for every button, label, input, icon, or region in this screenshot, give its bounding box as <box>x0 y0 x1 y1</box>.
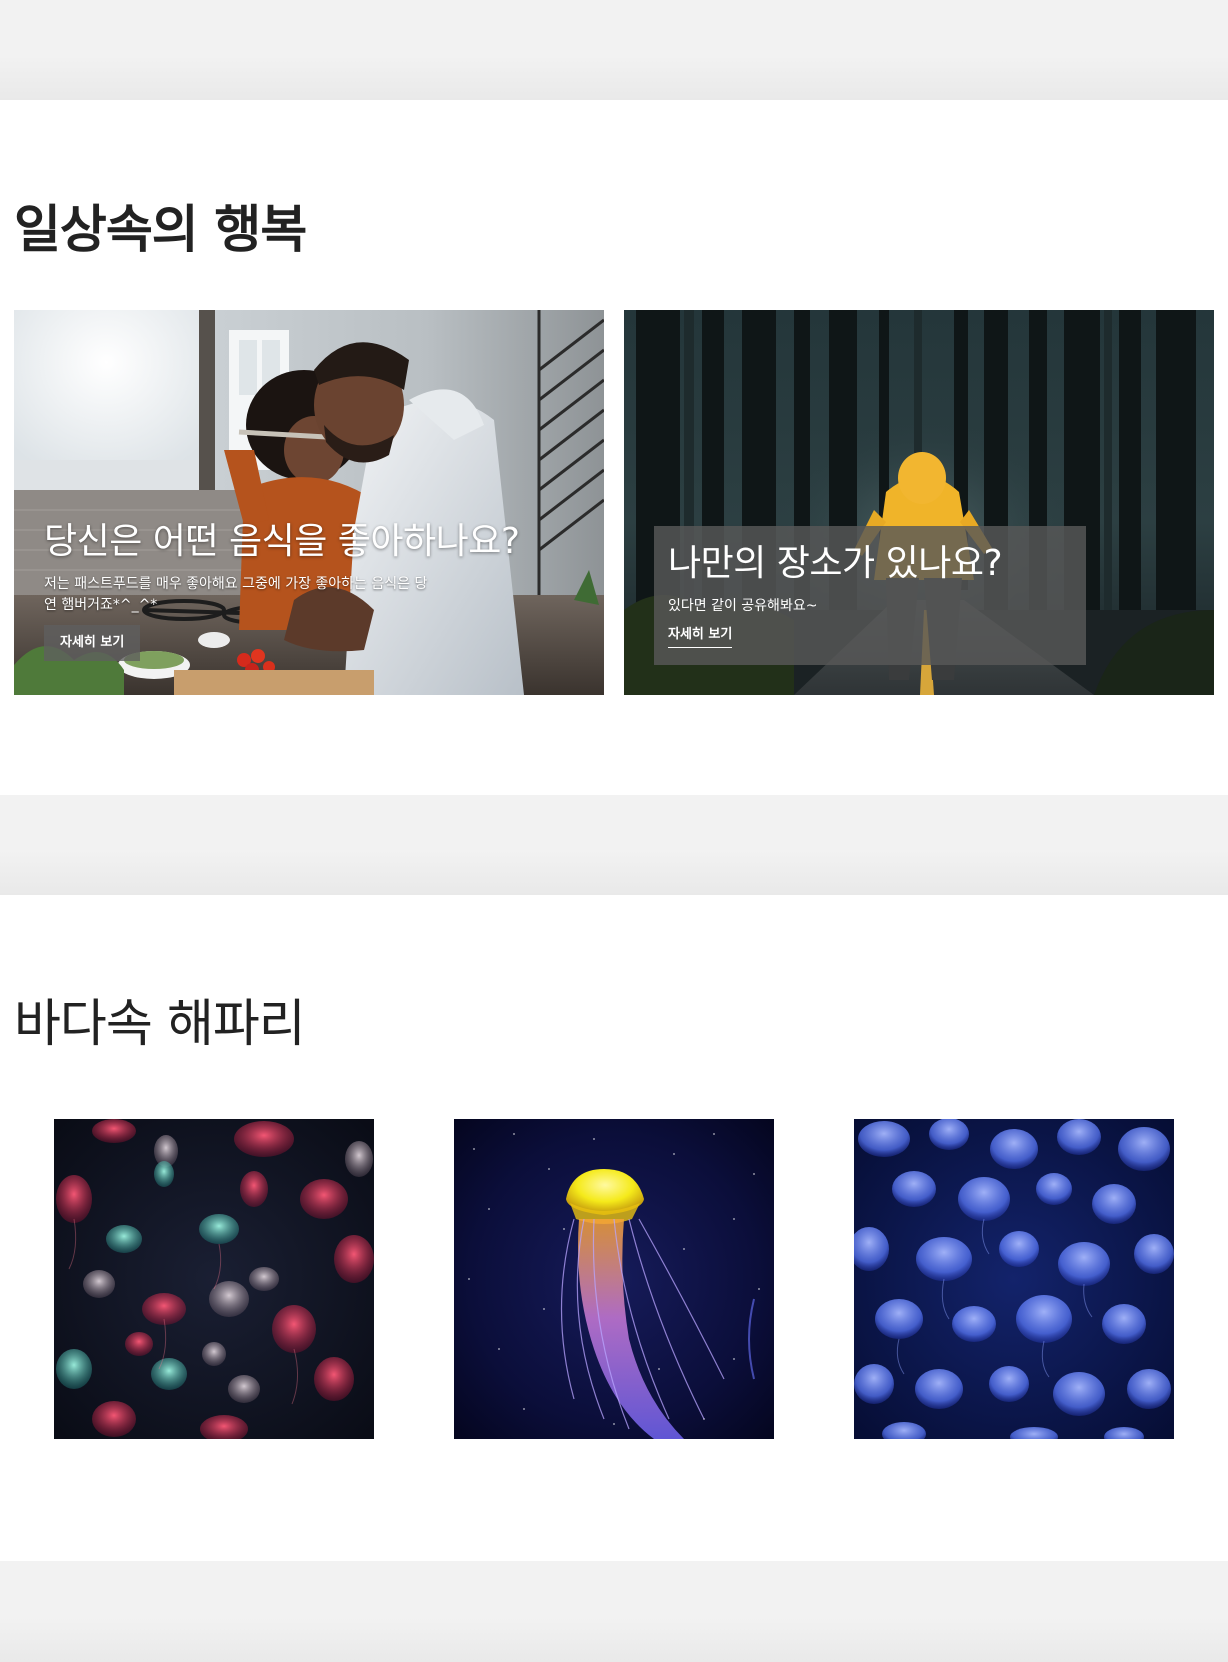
page-gap-bottom <box>0 1561 1228 1662</box>
red-teal-jellyfish-photo <box>54 1119 374 1439</box>
food-card: 당신은 어떤 음식을 좋아하나요? 저는 패스트푸드를 매우 좋아해요 그중에 … <box>14 310 604 695</box>
happiness-section: 일상속의 행복 당신은 어떤 음식을 좋아하나요? 저는 패스트푸드를 매우 좋… <box>0 100 1228 795</box>
happiness-section-title: 일상속의 행복 <box>14 201 307 260</box>
jellyfish-image-3[interactable] <box>854 1119 1174 1439</box>
jellyfish-section: 바다속 해파리 <box>0 895 1228 1561</box>
place-card-caption: 나만의 장소가 있나요? 있다면 같이 공유해봐요~ 자세히 보기 <box>654 526 1086 665</box>
food-card-more-button[interactable]: 자세히 보기 <box>44 625 141 661</box>
place-card-title: 나만의 장소가 있나요? <box>668 543 1003 584</box>
place-card-more-link[interactable]: 자세히 보기 <box>668 626 733 648</box>
food-card-caption: 당신은 어떤 음식을 좋아하나요? 저는 패스트푸드를 매우 좋아해요 그중에 … <box>44 520 564 661</box>
food-card-title: 당신은 어떤 음식을 좋아하나요? <box>44 521 520 562</box>
blue-jellyfish-swarm-photo <box>854 1119 1174 1439</box>
place-card-description: 있다면 같이 공유해봐요~ <box>668 598 818 614</box>
yellow-jellyfish-photo <box>454 1119 774 1439</box>
jellyfish-image-2[interactable] <box>454 1119 774 1439</box>
place-card: 나만의 장소가 있나요? 있다면 같이 공유해봐요~ 자세히 보기 <box>624 310 1214 695</box>
page-gap-top <box>0 0 1228 100</box>
page-gap-middle <box>0 795 1228 895</box>
food-card-description: 저는 패스트푸드를 매우 좋아해요 그중에 가장 좋아하는 음식은 당연 햄버거… <box>44 576 428 613</box>
jellyfish-image-1[interactable] <box>54 1119 374 1439</box>
jellyfish-section-title: 바다속 해파리 <box>14 995 306 1054</box>
